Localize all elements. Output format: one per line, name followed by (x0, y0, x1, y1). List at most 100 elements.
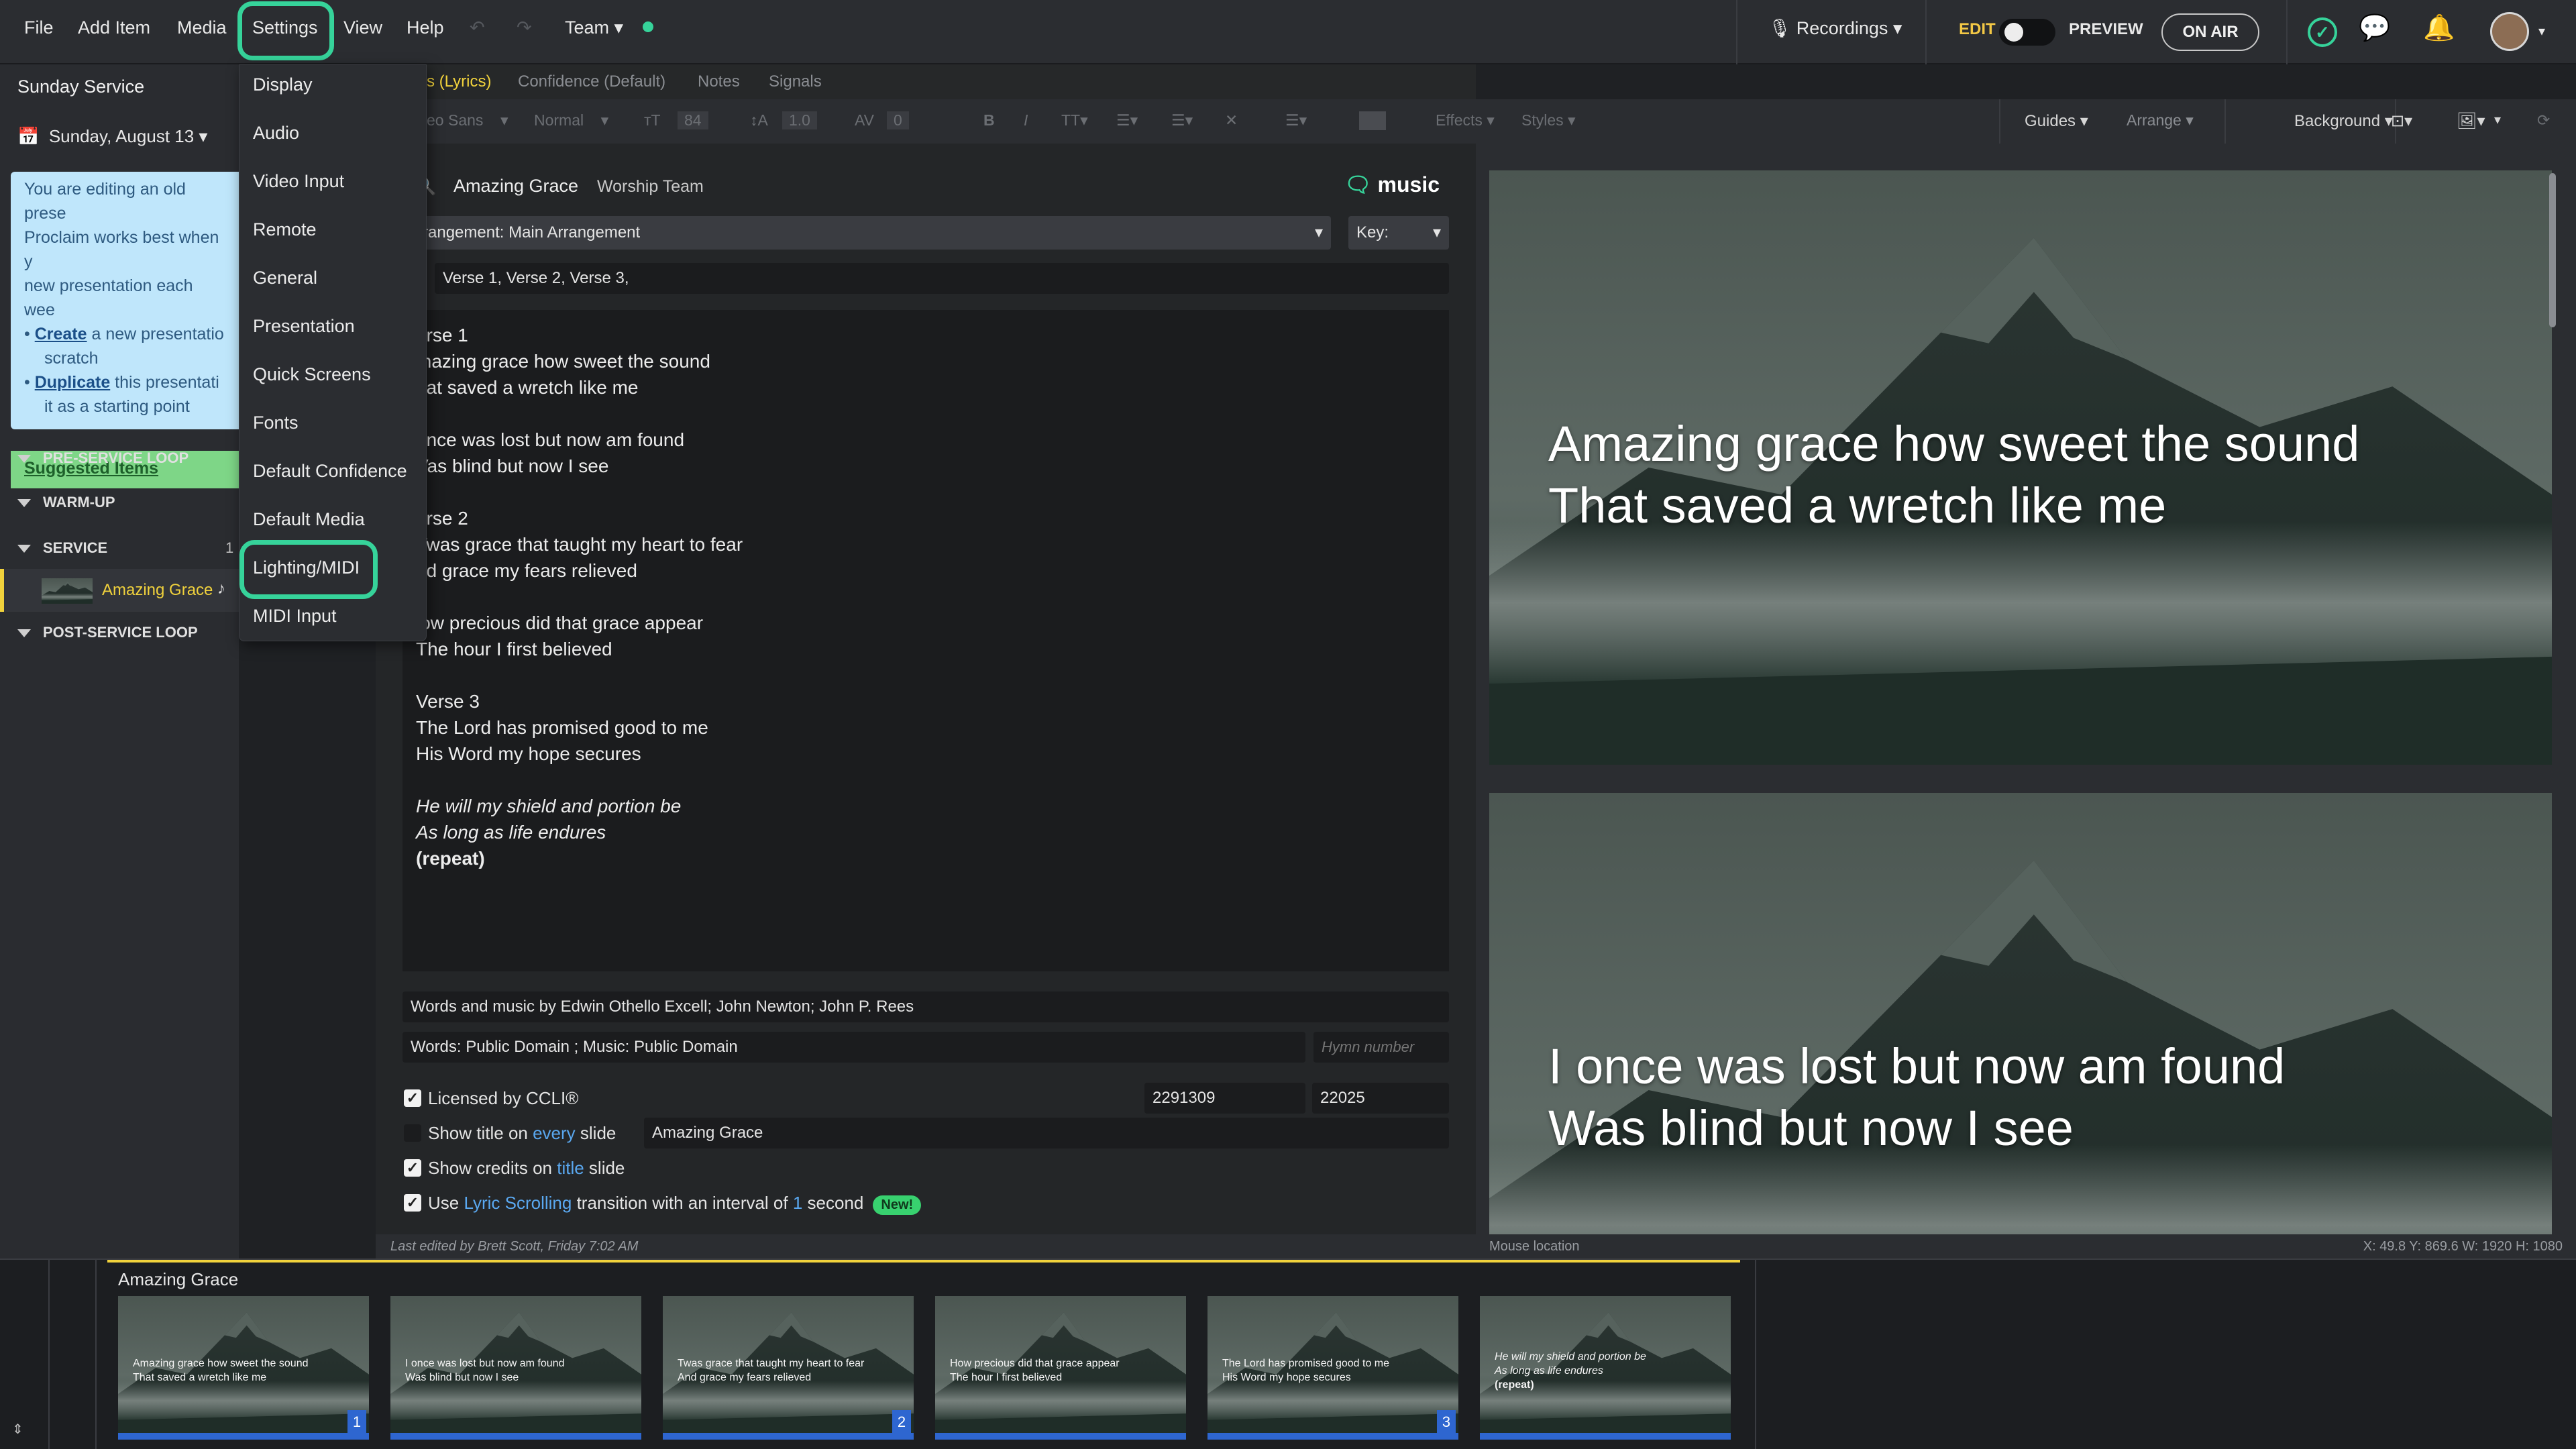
section-post-service-loop[interactable]: POST-SERVICE LOOP (17, 624, 198, 641)
slide-preview-2[interactable]: I once was lost but now am found Was bli… (1489, 793, 2552, 1234)
slide-thumbnail-5[interactable]: The Lord has promised good to me His Word… (1208, 1296, 1458, 1440)
slide-preview-1[interactable]: Amazing grace how sweet the sound That s… (1489, 170, 2552, 765)
font-weight-select[interactable]: Normal ▾ (534, 111, 608, 129)
slide-thumbnail-4[interactable]: How precious did that grace appear The ho… (935, 1296, 1186, 1440)
clear-format-icon[interactable]: ✕ (1225, 111, 1238, 129)
arrangement-select[interactable]: rangement: Main Arrangement ▾ (415, 216, 1331, 250)
image-icon[interactable]: 🖼▾ (2457, 111, 2485, 131)
verse-order-input[interactable]: Verse 1, Verse 2, Verse 3, (435, 263, 1449, 294)
color-swatch[interactable] (1359, 111, 1386, 130)
thumbnail-text: How precious did that grace appear The ho… (950, 1356, 1120, 1385)
hymn-number-input[interactable] (1313, 1032, 1449, 1063)
recordings-button[interactable]: 🎙 Recordings ▾ (1768, 17, 1902, 39)
expand-icon[interactable]: ⇕ (12, 1421, 23, 1438)
section-service[interactable]: SERVICE (17, 539, 107, 557)
thumbnail-line: How precious did that grace appear (950, 1358, 1120, 1369)
redo-icon[interactable]: ↷ (517, 17, 532, 38)
slide-thumbnail-1[interactable]: Amazing grace how sweet the sound That sa… (118, 1296, 369, 1440)
thumbnail-text: I once was lost but now am found Was blin… (405, 1356, 564, 1385)
settings-display[interactable]: Display (253, 74, 313, 95)
bold-icon[interactable]: B (983, 111, 995, 129)
divider (1736, 0, 1737, 64)
lyric-line: As long as life endures (416, 822, 606, 843)
interval-link[interactable]: 1 (793, 1193, 802, 1213)
menu-help[interactable]: Help (407, 17, 444, 38)
list-icon[interactable]: ☰▾ (1116, 111, 1138, 129)
credits-input[interactable]: Words and music by Edwin Othello Excell;… (402, 991, 1449, 1022)
bell-icon[interactable]: 🔔 (2423, 13, 2455, 43)
settings-remote[interactable]: Remote (253, 219, 317, 240)
settings-audio[interactable]: Audio (253, 123, 299, 144)
avatar[interactable] (2490, 12, 2529, 51)
align-icon[interactable]: ☰▾ (1285, 111, 1307, 129)
show-credits-checkbox[interactable]: ✓ (404, 1159, 421, 1177)
slide-thumbnail-2[interactable]: I once was lost but now am found Was blin… (390, 1296, 641, 1440)
title-link[interactable]: title (557, 1158, 584, 1178)
undo-icon[interactable]: ↶ (470, 17, 485, 38)
title-slide-input[interactable]: Amazing Grace (644, 1118, 1449, 1148)
arrange-dropdown[interactable]: Arrange ▾ (2127, 111, 2194, 129)
settings-midi-input[interactable]: MIDI Input (253, 606, 337, 627)
line-height-input[interactable]: 1.0 (782, 111, 817, 129)
lyrics-editor[interactable]: erse 1 mazing grace how sweet the sound ha… (402, 310, 1449, 971)
settings-general[interactable]: General (253, 268, 317, 288)
settings-video-input[interactable]: Video Input (253, 171, 344, 192)
settings-presentation[interactable]: Presentation (253, 316, 355, 337)
on-air-button[interactable]: ON AIR (2161, 13, 2259, 51)
menu-media[interactable]: Media (177, 17, 227, 38)
duplicate-link[interactable]: Duplicate (35, 373, 111, 392)
section-warm-up[interactable]: WARM-UP (17, 494, 115, 511)
text-box-icon[interactable]: ⊡▾ (2391, 111, 2412, 131)
section-pre-service-loop[interactable]: PRE-SERVICE LOOP (17, 449, 189, 467)
menu-view[interactable]: View (343, 17, 382, 38)
service-item-amazing-grace[interactable]: Amazing Grace ♪ (0, 569, 239, 612)
settings-fonts[interactable]: Fonts (253, 413, 299, 433)
styles-dropdown[interactable]: Styles ▾ (1521, 111, 1576, 129)
create-link[interactable]: Create (35, 325, 87, 343)
tab-confidence[interactable]: Confidence (Default) (518, 72, 665, 91)
service-date[interactable]: 📅 Sunday, August 13 ▾ (0, 126, 239, 147)
letter-spacing-input[interactable]: 0 (887, 111, 909, 129)
slide-thumbnail-3[interactable]: Twas grace that taught my heart to fear A… (663, 1296, 914, 1440)
sync-status-icon[interactable]: ✓ (2308, 17, 2337, 47)
lyric-scrolling-checkbox[interactable]: ✓ (404, 1194, 421, 1212)
effects-dropdown[interactable]: Effects ▾ (1436, 111, 1495, 129)
every-link[interactable]: every (533, 1123, 576, 1143)
preview-scrollbar[interactable] (2549, 173, 2556, 327)
font-size-input[interactable]: 84 (678, 111, 708, 129)
menu-add-item[interactable]: Add Item (78, 17, 150, 38)
notice-text: this presentati (110, 373, 219, 392)
indent-icon[interactable]: ☰▾ (1171, 111, 1193, 129)
tab-notes[interactable]: Notes (698, 72, 740, 91)
lyric-scrolling-link[interactable]: Lyric Scrolling (464, 1193, 572, 1213)
settings-default-confidence[interactable]: Default Confidence (253, 461, 407, 482)
tab-lyrics[interactable]: s (Lyrics) (427, 72, 491, 91)
ccli-checkbox[interactable]: ✓ (404, 1089, 421, 1107)
service-name[interactable]: Sunday Service (0, 76, 239, 111)
key-select[interactable]: Key: ▾ (1348, 216, 1449, 250)
slide-thumbnail-6[interactable]: He will my shield and portion be As long … (1480, 1296, 1731, 1440)
option-text: slide (584, 1158, 625, 1178)
text-case-icon[interactable]: TT▾ (1061, 111, 1088, 129)
team-selector[interactable]: Team ▾ (565, 17, 623, 38)
font-family-select[interactable]: eo Sans ▾ (427, 111, 508, 129)
settings-default-media[interactable]: Default Media (253, 509, 365, 530)
italic-icon[interactable]: I (1024, 111, 1028, 129)
menu-file[interactable]: File (24, 17, 54, 38)
background-dropdown[interactable]: Background ▾ (2294, 111, 2393, 131)
tab-signals[interactable]: Signals (769, 72, 822, 91)
chat-icon[interactable]: 💬 (2359, 13, 2390, 43)
thumbnail-line: The hour I first believed (950, 1372, 1063, 1383)
show-title-checkbox[interactable] (404, 1124, 421, 1142)
divider (48, 1260, 50, 1449)
refresh-icon[interactable]: ⟳ (2537, 111, 2550, 129)
edit-preview-toggle[interactable] (1999, 19, 2055, 46)
song-number-input[interactable]: 22025 (1312, 1083, 1449, 1114)
chevron-down-icon[interactable]: ▾ (2538, 23, 2545, 40)
ccli-number-input[interactable]: 2291309 (1144, 1083, 1305, 1114)
more-chevron-icon[interactable]: ▾ (2494, 111, 2501, 128)
guides-dropdown[interactable]: Guides ▾ (2025, 111, 2088, 131)
settings-highlight-ring (237, 1, 334, 60)
copyright-input[interactable]: Words: Public Domain ; Music: Public Dom… (402, 1032, 1305, 1063)
settings-quick-screens[interactable]: Quick Screens (253, 364, 371, 385)
